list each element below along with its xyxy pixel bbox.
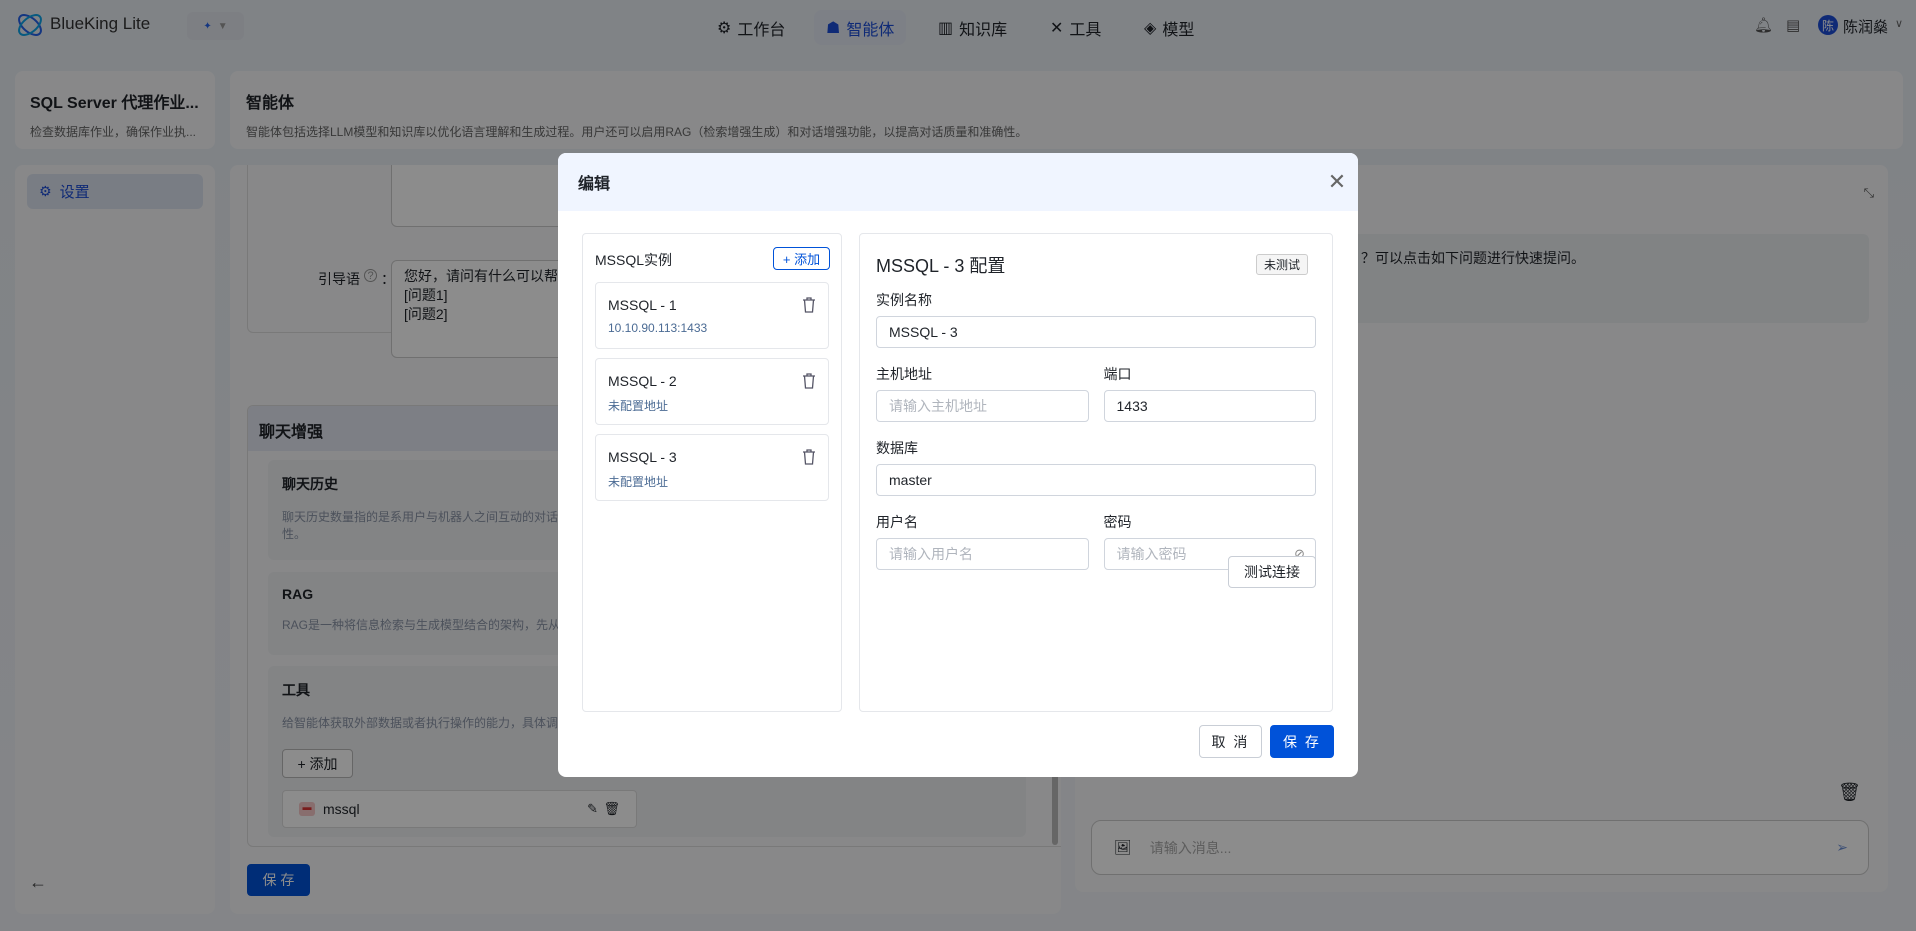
trash-icon[interactable] [802,449,816,465]
modal-header: 编辑 [558,153,1358,211]
instance-list-panel: MSSQL实例 + 添加 MSSQL - 1 10.10.90.113:1433 … [582,233,842,712]
instance-config-panel: MSSQL - 3 配置 未测试 实例名称 MSSQL - 3 主机地址请输入主… [859,233,1333,712]
config-title: MSSQL - 3 配置 [876,256,1006,276]
instance-item-selected[interactable]: MSSQL - 3 未配置地址 [595,434,829,501]
name-label: 实例名称 [876,292,932,308]
database-label: 数据库 [876,440,918,456]
modal-save-button[interactable]: 保 存 [1270,725,1334,758]
instance-item[interactable]: MSSQL - 1 10.10.90.113:1433 [595,282,829,349]
password-label: 密码 [1103,514,1132,530]
trash-icon[interactable] [802,373,816,389]
cancel-button[interactable]: 取 消 [1199,725,1262,758]
close-icon[interactable]: ✕ [1324,169,1350,195]
status-badge: 未测试 [1256,254,1308,275]
trash-icon[interactable] [802,297,816,313]
edit-modal: 编辑 ✕ MSSQL实例 + 添加 MSSQL - 1 10.10.90.113:… [558,153,1358,777]
test-connection-button[interactable]: 测试连接 [1228,556,1316,588]
port-input[interactable]: 1433 [1103,390,1316,422]
port-label: 端口 [1103,366,1132,382]
host-label: 主机地址 [876,366,932,382]
instance-item[interactable]: MSSQL - 2 未配置地址 [595,358,829,425]
username-label: 用户名 [876,514,918,530]
instance-name-input[interactable]: MSSQL - 3 [876,316,1316,348]
add-instance-button[interactable]: + 添加 [773,247,830,270]
instance-list-title: MSSQL实例 [595,252,673,268]
username-input[interactable]: 请输入用户名 [876,538,1089,570]
database-input[interactable]: master [876,464,1316,496]
modal-title: 编辑 [578,176,611,193]
host-input[interactable]: 请输入主机地址 [876,390,1089,422]
